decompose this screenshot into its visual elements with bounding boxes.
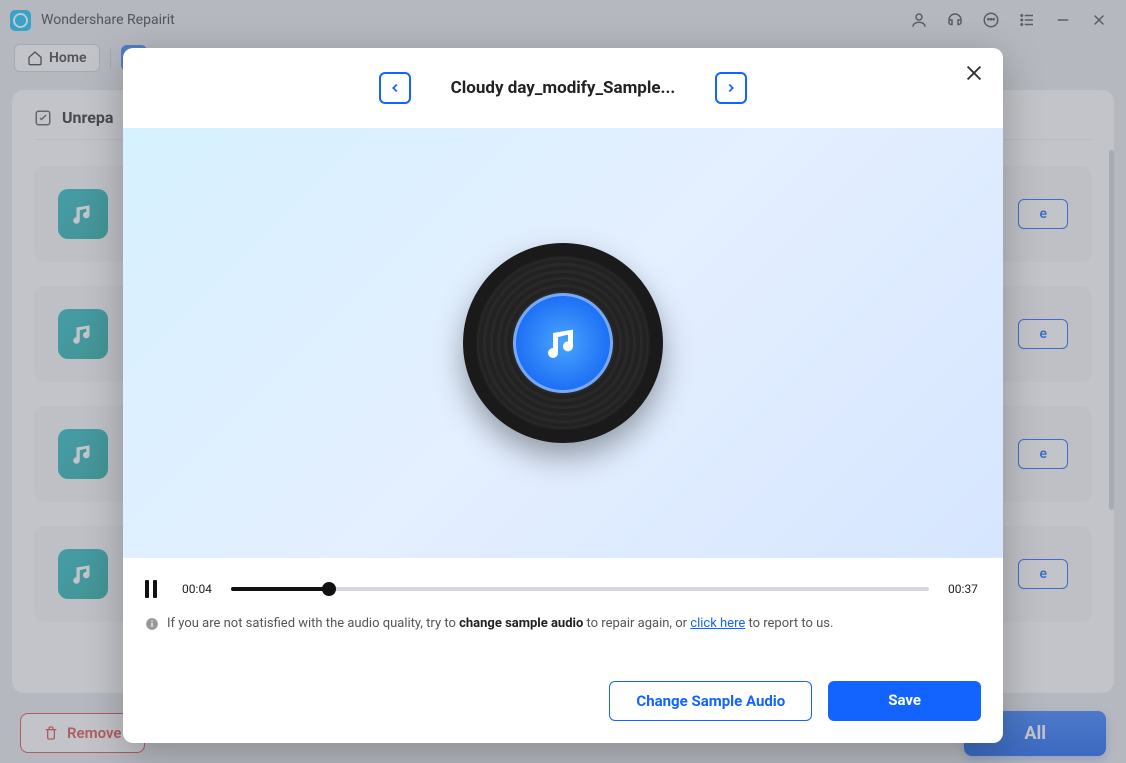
preview-modal: Cloudy day_modify_Sample... 00:04 00:37 … (123, 48, 1003, 743)
pause-button[interactable] (145, 580, 163, 598)
vinyl-record-icon (463, 243, 663, 443)
modal-title: Cloudy day_modify_Sample... (451, 78, 676, 98)
player-controls: 00:04 00:37 (123, 558, 1003, 604)
audio-preview (123, 128, 1003, 558)
save-button[interactable]: Save (828, 681, 981, 721)
info-icon (145, 617, 159, 631)
next-button[interactable] (715, 72, 747, 104)
hint-link[interactable]: click here (690, 616, 745, 631)
hint-bold: change sample audio (459, 616, 583, 631)
hint-text: If you are not satisfied with the audio … (123, 604, 1003, 631)
hint-suffix: to report to us. (745, 616, 833, 631)
seek-thumb[interactable] (322, 582, 336, 596)
change-sample-button[interactable]: Change Sample Audio (609, 681, 812, 721)
hint-prefix: If you are not satisfied with the audio … (167, 616, 459, 631)
hint-mid: to repair again, or (583, 616, 690, 631)
time-total: 00:37 (945, 582, 981, 596)
modal-footer: Change Sample Audio Save (123, 663, 1003, 743)
prev-button[interactable] (379, 72, 411, 104)
time-current: 00:04 (179, 582, 215, 596)
modal-header: Cloudy day_modify_Sample... (123, 48, 1003, 128)
seek-track[interactable] (231, 587, 929, 591)
seek-fill (231, 587, 329, 591)
close-button[interactable] (963, 62, 985, 84)
